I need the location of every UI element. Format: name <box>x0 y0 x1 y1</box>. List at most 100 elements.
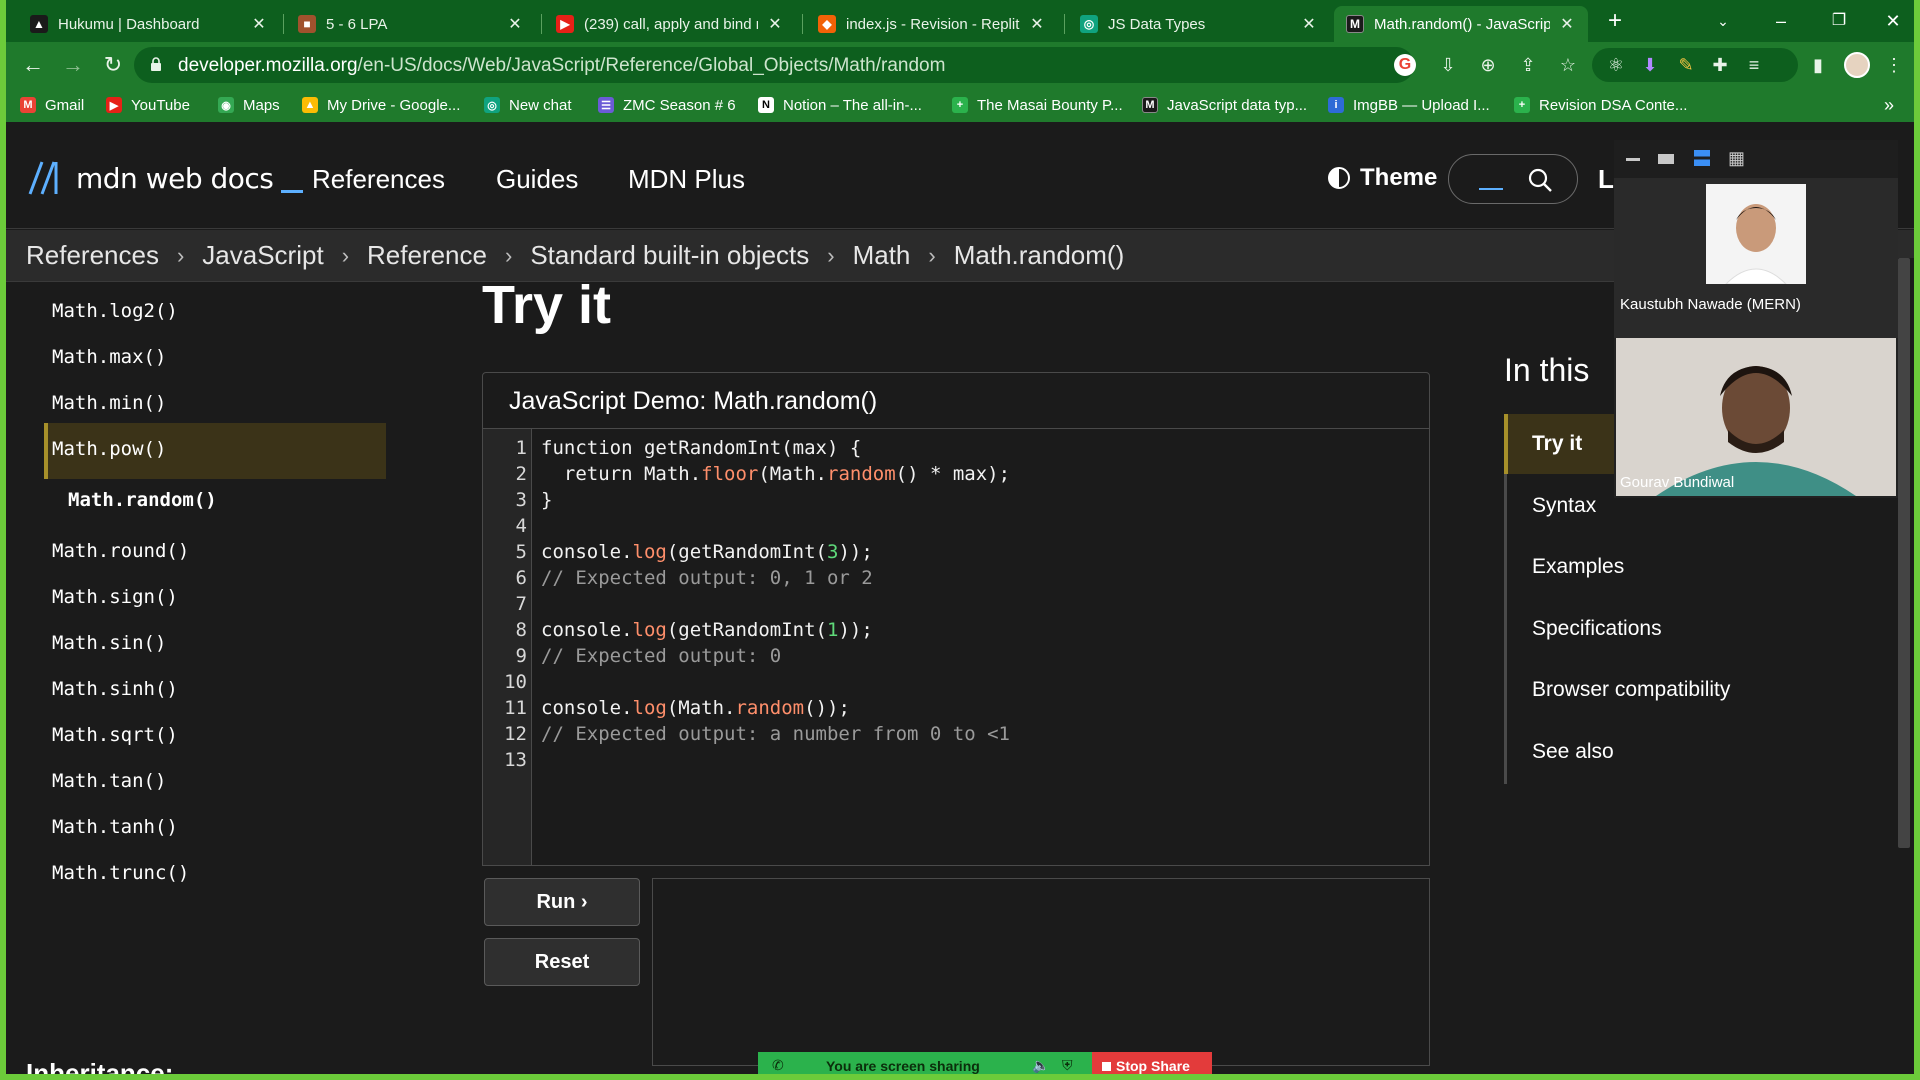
sidebar-item-trunc[interactable]: Math.trunc() <box>52 862 189 884</box>
reload-icon[interactable]: ↻ <box>100 52 126 78</box>
back-icon[interactable]: ← <box>20 52 46 78</box>
tab-lpa[interactable]: ■ 5 - 6 LPA ✕ <box>286 6 536 42</box>
tab-replit[interactable]: ◆ index.js - Revision - Replit ✕ <box>806 6 1058 42</box>
code-line-2: return Math.floor(Math.random() * max); <box>541 463 1011 485</box>
sidebar-item-sign[interactable]: Math.sign() <box>52 586 178 608</box>
toc-item-examples[interactable]: Examples <box>1532 555 1624 579</box>
bookmark-star-icon[interactable]: ☆ <box>1556 53 1580 77</box>
bookmark-zmc[interactable]: ☰ ZMC Season # 6 <box>598 94 736 116</box>
speaker-view-icon[interactable] <box>1658 154 1674 164</box>
minimize-video-icon[interactable] <box>1626 158 1640 161</box>
profile-avatar[interactable] <box>1844 52 1870 78</box>
zoom-icon[interactable]: ⊕ <box>1476 53 1500 77</box>
sidebar-item-sin[interactable]: Math.sin() <box>52 632 166 654</box>
login-link-partial[interactable]: L <box>1598 164 1614 195</box>
bookmark-notion[interactable]: N Notion – The all-in-... <box>758 94 922 116</box>
breadcrumb-math[interactable]: Math <box>853 240 911 271</box>
breadcrumb-javascript[interactable]: JavaScript <box>202 240 323 271</box>
extensions-puzzle-icon[interactable]: ✚ <box>1708 53 1732 77</box>
search-button[interactable] <box>1448 154 1578 204</box>
bookmark-gmail[interactable]: M Gmail <box>20 94 84 116</box>
react-devtools-icon[interactable]: ⚛ <box>1604 53 1628 77</box>
gallery-view-icon[interactable]: ▦ <box>1728 148 1745 168</box>
code-editor[interactable]: function getRandomInt(max) { return Math… <box>483 429 1429 865</box>
nav-references[interactable]: References <box>312 164 445 195</box>
bookmark-maps[interactable]: ◉ Maps <box>218 94 280 116</box>
sidebar-item-min[interactable]: Math.min() <box>52 392 166 414</box>
forward-icon[interactable]: → <box>60 52 86 78</box>
breadcrumb-standard-objects[interactable]: Standard built-in objects <box>530 240 809 271</box>
bookmark-new-chat[interactable]: ◎ New chat <box>484 94 572 116</box>
bookmark-js-data-types[interactable]: M JavaScript data typ... <box>1142 94 1307 116</box>
toc-item-specifications[interactable]: Specifications <box>1532 617 1662 641</box>
film-strip-icon[interactable] <box>1694 150 1710 166</box>
chevron-right-icon: › <box>504 242 513 268</box>
participant-name: Kaustubh Nawade (MERN) <box>1620 296 1801 313</box>
address-bar[interactable]: developer.mozilla.org/en-US/docs/Web/Jav… <box>134 47 1414 83</box>
side-panel-icon[interactable]: ▮ <box>1806 53 1830 77</box>
tab-hukumu[interactable]: ▲ Hukumu | Dashboard ✕ <box>18 6 280 42</box>
shield-icon[interactable]: ⛨ <box>1062 1057 1073 1074</box>
breadcrumb-references[interactable]: References <box>26 240 159 271</box>
toc-item-syntax[interactable]: Syntax <box>1532 494 1596 518</box>
bookmark-revision-dsa[interactable]: + Revision DSA Conte... <box>1514 94 1687 116</box>
participant-tile-2[interactable]: Gourav Bundiwal <box>1616 338 1896 496</box>
close-tab-icon[interactable]: ✕ <box>1028 14 1046 34</box>
masai-icon: + <box>952 97 968 113</box>
bookmark-youtube[interactable]: ▶ YouTube <box>106 94 190 116</box>
close-tab-icon[interactable]: ✕ <box>766 14 784 34</box>
chrome-menu-icon[interactable]: ⋮ <box>1882 53 1906 77</box>
minimize-icon[interactable]: – <box>1758 6 1804 36</box>
tab-search-chevron-icon[interactable]: ⌄ <box>1700 6 1746 36</box>
sidebar-item-round[interactable]: Math.round() <box>52 540 189 562</box>
bookmark-masai[interactable]: + The Masai Bounty P... <box>952 94 1123 116</box>
media-controls-icon[interactable]: ≡ <box>1742 53 1766 77</box>
breadcrumb-current[interactable]: Math.random() <box>954 240 1125 271</box>
sidebar-item-log2[interactable]: Math.log2() <box>52 300 178 322</box>
bookmark-my-drive[interactable]: ▲ My Drive - Google... <box>302 94 460 116</box>
stop-share-button[interactable]: Stop Share <box>1092 1052 1212 1074</box>
new-tab-icon[interactable]: + <box>1592 6 1638 36</box>
share-icon[interactable]: ⇪ <box>1516 53 1540 77</box>
sidebar-item-pow[interactable]: Math.pow() <box>52 438 166 460</box>
sidebar-item-sqrt[interactable]: Math.sqrt() <box>52 724 178 746</box>
mdn-logo[interactable]: mdn web docs <box>26 158 304 198</box>
nav-guides[interactable]: Guides <box>496 164 578 195</box>
participant-tile-1[interactable]: Kaustubh Nawade (MERN) <box>1614 178 1898 338</box>
toc-item-browser-compat[interactable]: Browser compatibility <box>1532 678 1730 702</box>
install-app-icon[interactable]: ⇩ <box>1436 53 1460 77</box>
nav-mdn-plus[interactable]: MDN Plus <box>628 164 745 195</box>
close-tab-icon[interactable]: ✕ <box>1300 14 1318 34</box>
run-button[interactable]: Run › <box>484 878 640 926</box>
bookmark-label: Notion – The all-in-... <box>783 96 922 114</box>
page-scroll-thumb[interactable] <box>1898 258 1910 848</box>
sidebar-item-random[interactable]: Math.random() <box>68 489 217 511</box>
sidebar-item-max[interactable]: Math.max() <box>52 346 166 368</box>
toc-item-try-it[interactable]: Try it <box>1532 432 1582 456</box>
sidebar-item-tan[interactable]: Math.tan() <box>52 770 166 792</box>
screen-share-bar: ✆ You are screen sharing 🔈 ⛨ Stop Share <box>758 1052 1212 1074</box>
tab-youtube[interactable]: ▶ (239) call, apply and bind m ✕ <box>544 6 796 42</box>
close-tab-icon[interactable]: ✕ <box>1558 14 1576 34</box>
theme-button[interactable]: Theme <box>1328 164 1437 192</box>
maps-icon: ◉ <box>218 97 234 113</box>
speaker-icon[interactable]: 🔈 <box>1032 1057 1049 1074</box>
url-text[interactable]: developer.mozilla.org/en-US/docs/Web/Jav… <box>178 55 945 77</box>
restore-icon[interactable]: ❐ <box>1816 6 1862 36</box>
sidebar-item-tanh[interactable]: Math.tanh() <box>52 816 178 838</box>
bookmarks-overflow-icon[interactable]: » <box>1884 94 1894 116</box>
tab-js-data-types[interactable]: ◎ JS Data Types ✕ <box>1068 6 1330 42</box>
tab-math-random[interactable]: M Math.random() - JavaScript ✕ <box>1334 6 1588 42</box>
downloader-icon[interactable]: ⬇ <box>1638 53 1662 77</box>
sidebar-item-sinh[interactable]: Math.sinh() <box>52 678 178 700</box>
toc-item-see-also[interactable]: See also <box>1532 740 1614 764</box>
replit-icon: ◆ <box>818 15 836 33</box>
bookmark-imgbb[interactable]: i ImgBB — Upload I... <box>1328 94 1490 116</box>
close-tab-icon[interactable]: ✕ <box>250 14 268 34</box>
close-tab-icon[interactable]: ✕ <box>506 14 524 34</box>
breadcrumb-reference[interactable]: Reference <box>367 240 487 271</box>
google-lens-icon[interactable]: G <box>1394 54 1416 76</box>
reset-button[interactable]: Reset <box>484 938 640 986</box>
close-window-icon[interactable]: ✕ <box>1870 6 1914 36</box>
pen-icon[interactable]: ✎ <box>1674 53 1698 77</box>
